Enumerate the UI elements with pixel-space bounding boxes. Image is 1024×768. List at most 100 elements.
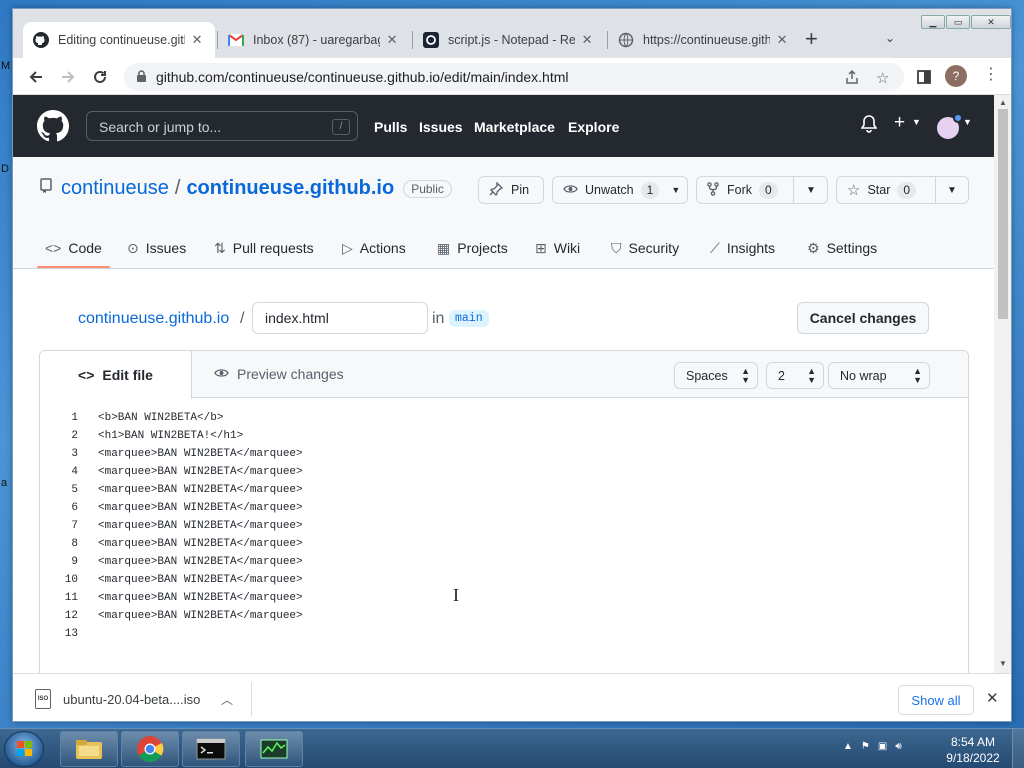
taskmgr-icon[interactable]	[245, 731, 303, 767]
close-icon[interactable]: ✕	[986, 689, 999, 707]
wrap-mode-select[interactable]: No wrap ▲ ▼	[828, 362, 930, 389]
tab-gmail[interactable]: Inbox (87) - uaregarbage ✕	[218, 22, 410, 58]
new-tab-button[interactable]: +	[805, 27, 818, 51]
code-area[interactable]: 1 <b>BAN WIN2BETA</b> 2 <h1>BAN WIN2BETA!<…	[40, 409, 968, 643]
line-content[interactable]: <marquee>BAN WIN2BETA</marquee>	[78, 553, 303, 571]
repo-tab-actions[interactable]: ▷ Actions	[342, 236, 406, 260]
close-window-icon[interactable]: ✕	[971, 15, 1011, 29]
indent-mode-select[interactable]: Spaces ▲ ▼	[674, 362, 758, 389]
line-content[interactable]: <h1>BAN WIN2BETA!</h1>	[78, 427, 243, 445]
chrome-icon[interactable]	[121, 731, 179, 767]
repo-tab-label: Pull requests	[232, 240, 314, 256]
bookmark-star-icon[interactable]: ☆	[876, 69, 889, 87]
tab-search-icon[interactable]: ⌄	[885, 31, 895, 45]
line-content[interactable]: <marquee>BAN WIN2BETA</marquee>	[78, 481, 303, 499]
repo-tab-projects[interactable]: ▦ Projects	[437, 236, 508, 260]
repo-tab-insights[interactable]: ⟋ Insights	[710, 236, 775, 260]
tab-site[interactable]: https://continueuse.github.io ✕	[608, 22, 800, 58]
filename-input[interactable]	[252, 302, 428, 334]
code-line: 4 <marquee>BAN WIN2BETA</marquee>	[40, 463, 968, 481]
breadcrumb-repo-link[interactable]: continueuse.github.io	[78, 310, 229, 328]
explorer-icon[interactable]	[60, 731, 118, 767]
indent-size-select[interactable]: 2 ▲ ▼	[766, 362, 824, 389]
minimize-icon[interactable]: ▁	[921, 15, 945, 29]
close-icon[interactable]: ✕	[384, 32, 400, 48]
cancel-changes-button[interactable]: Cancel changes	[797, 302, 929, 334]
repo-tab-issues[interactable]: ⊙ Issues	[127, 236, 186, 260]
line-content[interactable]: <marquee>BAN WIN2BETA</marquee>	[78, 535, 303, 553]
repo-tab-pull-requests[interactable]: ⇅ Pull requests	[214, 236, 314, 260]
line-content[interactable]: <marquee>BAN WIN2BETA</marquee>	[78, 571, 303, 589]
scroll-up-icon[interactable]: ▲	[999, 98, 1007, 107]
line-content[interactable]: <marquee>BAN WIN2BETA</marquee>	[78, 517, 303, 535]
profile-avatar[interactable]: ?	[945, 65, 967, 87]
line-content[interactable]: <marquee>BAN WIN2BETA</marquee>	[78, 463, 303, 481]
volume-icon[interactable]: 🔊︎	[895, 741, 901, 752]
chevron-down-icon[interactable]: ▼	[671, 185, 680, 195]
back-icon[interactable]	[23, 64, 49, 90]
more-menu-icon[interactable]: ⋮	[983, 64, 999, 84]
pin-button[interactable]: Pin	[478, 176, 544, 204]
show-hidden-icons-icon[interactable]: ▲	[843, 741, 853, 752]
lock-icon[interactable]	[136, 70, 147, 86]
line-content[interactable]: <marquee>BAN WIN2BETA</marquee>	[78, 607, 303, 625]
star-label: Star	[867, 183, 891, 197]
tab-preview-changes[interactable]: Preview changes	[214, 366, 344, 382]
chevron-down-icon[interactable]: ▼	[806, 176, 816, 204]
line-content[interactable]: <marquee>BAN WIN2BETA</marquee>	[78, 499, 303, 517]
notifications-bell-icon[interactable]	[860, 115, 878, 138]
network-icon[interactable]: ▣	[878, 741, 887, 752]
show-all-button[interactable]: Show all	[898, 685, 974, 715]
line-content[interactable]	[78, 625, 98, 643]
chevron-down-icon[interactable]: ▼	[963, 117, 972, 127]
address-bar[interactable]: github.com/continueuse/continueuse.githu…	[124, 63, 904, 91]
chevron-up-icon[interactable]: ︿	[221, 691, 233, 708]
scrollbar-thumb[interactable]	[998, 109, 1008, 319]
chevron-down-icon[interactable]: ▼	[912, 117, 921, 127]
download-item[interactable]: ubuntu-20.04-beta....iso	[63, 692, 200, 707]
cmd-icon[interactable]	[182, 731, 240, 767]
share-icon[interactable]	[844, 69, 860, 89]
side-panel-icon[interactable]	[911, 64, 937, 90]
repo-tab-security[interactable]: ⛉ Security	[611, 236, 679, 260]
unwatch-button[interactable]: Unwatch 1 ▼	[552, 176, 688, 204]
close-icon[interactable]: ✕	[189, 32, 205, 48]
github-logo-icon[interactable]	[37, 110, 70, 145]
close-icon[interactable]: ✕	[774, 32, 790, 48]
github-search-input[interactable]: Search or jump to... /	[86, 111, 358, 141]
maximize-icon[interactable]: ▭	[946, 15, 970, 29]
system-clock[interactable]: 8:54 AM 9/18/2022	[940, 734, 1006, 766]
chevron-down-icon[interactable]: ▼	[947, 176, 957, 204]
create-new-plus-icon[interactable]: +	[894, 112, 905, 134]
repo-name-link[interactable]: continueuse.github.io	[186, 177, 394, 200]
repo-tab-settings[interactable]: ⚙ Settings	[807, 236, 877, 260]
pin-icon	[489, 180, 504, 199]
tab-github-editor[interactable]: Editing continueuse.github ✕	[23, 22, 215, 58]
book-icon: ⊞	[535, 239, 547, 256]
nav-issues[interactable]: Issues	[419, 119, 463, 135]
forward-icon[interactable]	[55, 64, 81, 90]
tab-edit-file[interactable]: <> Edit file	[40, 351, 192, 399]
nav-explore[interactable]: Explore	[568, 119, 619, 135]
globe-icon	[618, 32, 634, 48]
nav-pulls[interactable]: Pulls	[374, 119, 407, 135]
fork-icon	[707, 181, 719, 199]
repo-nav: <> Code ⊙ Issues ⇅ Pull requests ▷ Actions ▦…	[13, 236, 994, 269]
line-content[interactable]: <b>BAN WIN2BETA</b>	[78, 409, 223, 427]
start-button[interactable]	[4, 731, 44, 767]
code-line: 10 <marquee>BAN WIN2BETA</marquee>	[40, 571, 968, 589]
repo-owner-link[interactable]: continueuse	[61, 177, 169, 200]
close-icon[interactable]: ✕	[579, 32, 595, 48]
repo-tab-wiki[interactable]: ⊞ Wiki	[535, 236, 580, 260]
page-scrollbar[interactable]: ▲ ▼	[994, 95, 1011, 673]
nav-marketplace[interactable]: Marketplace	[474, 119, 555, 135]
tab-replit[interactable]: script.js - Notepad - Replit ✕	[413, 22, 605, 58]
action-center-icon[interactable]: ⚑	[861, 741, 870, 752]
show-desktop-button[interactable]	[1012, 729, 1024, 768]
reload-icon[interactable]	[87, 64, 113, 90]
repo-tab-code[interactable]: <> Code	[45, 236, 102, 260]
scroll-down-icon[interactable]: ▼	[999, 659, 1007, 668]
line-content[interactable]: <marquee>BAN WIN2BETA</marquee>	[78, 445, 303, 463]
line-content[interactable]: <marquee>BAN WIN2BETA</marquee>	[78, 589, 303, 607]
button-divider	[935, 176, 936, 204]
